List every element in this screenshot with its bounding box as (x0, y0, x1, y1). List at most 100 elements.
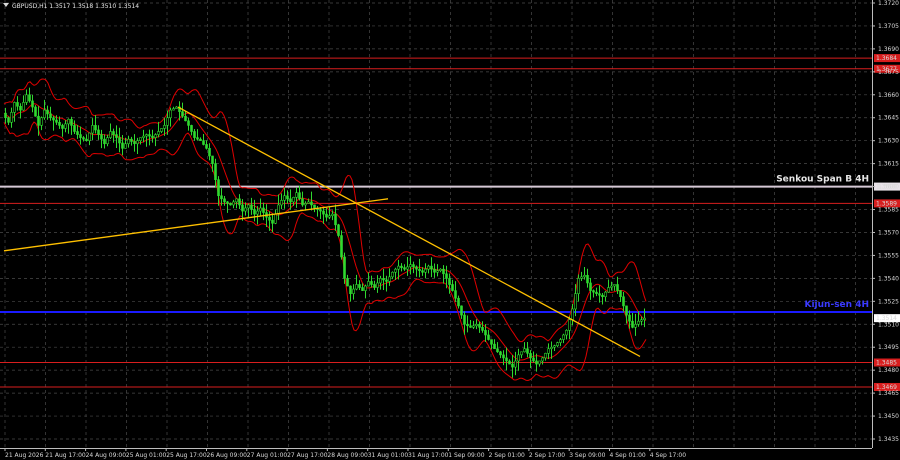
x-tick-label: 2 Sep 01:00 (489, 452, 525, 459)
candle-body (586, 275, 589, 284)
candle-body (640, 319, 643, 322)
candle-body (319, 209, 322, 212)
x-tick-label: 25 Aug 17:00 (166, 452, 207, 459)
candle-body (427, 265, 430, 270)
candle-body (451, 284, 454, 291)
candle-body (292, 196, 295, 203)
level-tag-text: 1.3684 (876, 55, 897, 62)
candle-body (232, 201, 235, 206)
candle-body (73, 125, 76, 132)
candle-body (31, 100, 34, 108)
candle-body (187, 120, 190, 126)
candle-body (244, 207, 247, 212)
candle-body (592, 290, 595, 293)
candle-body (115, 134, 118, 138)
x-tick-label: 2 Sep 17:00 (529, 452, 565, 459)
y-tick-label: 1.3615 (878, 161, 899, 168)
candle-body (394, 268, 397, 273)
candle-body (268, 216, 271, 221)
y-tick-label: 1.3705 (878, 23, 899, 30)
candle-body (529, 353, 532, 359)
candle-body (484, 330, 487, 336)
candle-body (352, 288, 355, 294)
candle-body (220, 195, 223, 200)
candle-body (589, 282, 592, 291)
candle-body (322, 210, 325, 215)
candle-body (340, 235, 343, 258)
y-tick-label: 1.3570 (878, 229, 899, 236)
level-label: Senkou Span B 4H (776, 175, 869, 185)
candle-body (424, 268, 427, 273)
y-tick-label: 1.3540 (878, 275, 899, 282)
candle-body (565, 330, 568, 336)
x-tick-label: 26 Aug 09:00 (207, 452, 248, 459)
candle-body (127, 138, 130, 145)
candle-body (94, 125, 97, 131)
candle-body (274, 213, 277, 224)
candle-body (37, 115, 40, 126)
candle-body (391, 271, 394, 278)
y-tick-label: 1.3720 (878, 0, 899, 7)
candle-body (307, 201, 310, 204)
candle-body (634, 323, 637, 328)
candle-body (406, 266, 409, 270)
candle-body (88, 132, 91, 141)
candle-body (223, 198, 226, 203)
candle-body (547, 348, 550, 354)
candle-body (526, 348, 529, 354)
candle-body (436, 270, 439, 273)
price-chart: 1.36841.3677Senkou Span B 4H1.36001.3589… (0, 0, 900, 460)
candle-body (550, 346, 553, 350)
candle-body (325, 213, 328, 218)
candle-body (238, 198, 241, 206)
candle-body (616, 284, 619, 291)
candle-body (235, 198, 238, 203)
candle-body (259, 207, 262, 212)
candle-body (538, 360, 541, 365)
candle-body (487, 334, 490, 340)
candle-body (460, 305, 463, 316)
candle-body (358, 284, 361, 288)
candle-body (202, 140, 205, 145)
candle-body (55, 119, 58, 123)
candle-body (613, 284, 616, 287)
candle-body (193, 131, 196, 138)
candle-body (172, 108, 175, 111)
candle-body (49, 113, 52, 119)
x-tick-label: 27 Aug 17:00 (287, 452, 328, 459)
candle-body (625, 305, 628, 316)
candle-body (637, 320, 640, 325)
candle-body (130, 138, 133, 142)
candle-body (466, 323, 469, 327)
candle-body (478, 323, 481, 328)
candle-body (337, 224, 340, 236)
candle-body (598, 293, 601, 296)
candle-body (631, 320, 634, 328)
y-tick-label: 1.3585 (878, 207, 899, 214)
x-tick-label: 28 Aug 09:00 (327, 452, 368, 459)
candle-body (175, 106, 178, 109)
candle-body (541, 357, 544, 362)
y-tick-label: 1.3450 (878, 413, 899, 420)
candle-body (388, 276, 391, 282)
candle-body (28, 94, 31, 102)
candle-body (301, 198, 304, 206)
candle-body (97, 129, 100, 135)
candle-body (493, 343, 496, 350)
candle-body (574, 293, 577, 310)
candle-body (619, 290, 622, 298)
x-tick-label: 4 Sep 01:00 (610, 452, 646, 459)
x-tick-label: 31 Aug 17:00 (408, 452, 449, 459)
candle-body (421, 270, 424, 273)
candle-body (154, 134, 157, 138)
candle-body (67, 118, 70, 125)
candle-body (583, 275, 586, 278)
candle-body (160, 128, 163, 132)
candle-body (295, 192, 298, 198)
candle-body (286, 195, 289, 200)
y-tick-label: 1.3645 (878, 115, 899, 122)
candle-body (601, 294, 604, 298)
candle-body (289, 198, 292, 203)
candle-body (439, 268, 442, 272)
candle-body (40, 117, 43, 126)
